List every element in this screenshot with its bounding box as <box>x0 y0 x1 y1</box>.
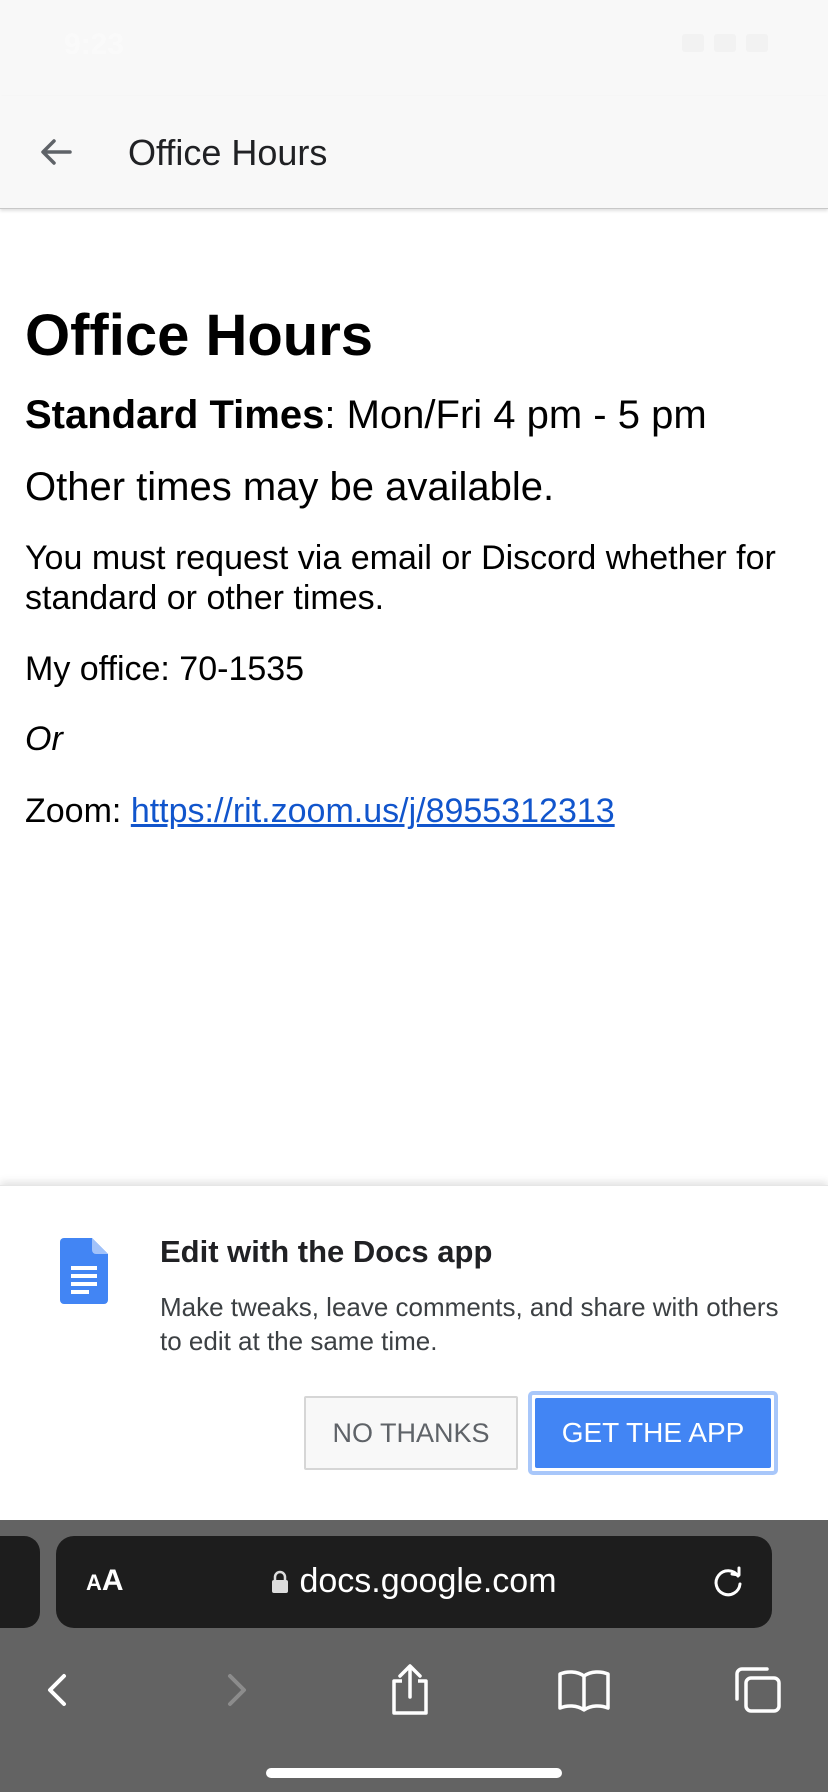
google-docs-icon <box>60 1238 108 1304</box>
or-text: Or <box>25 720 63 758</box>
document-body: Office Hours Standard Times: Mon/Fri 4 p… <box>25 300 805 832</box>
zoom-line: Zoom: https://rit.zoom.us/j/8955312313 <box>25 790 805 832</box>
browser-chrome: AA docs.google.com <box>0 1520 828 1792</box>
back-button[interactable] <box>30 126 82 178</box>
promo-title: Edit with the Docs app <box>160 1234 493 1269</box>
browser-forward-button[interactable] <box>206 1660 266 1720</box>
zoom-label: Zoom: <box>25 792 131 830</box>
wifi-icon <box>714 34 736 52</box>
zoom-link[interactable]: https://rit.zoom.us/j/8955312313 <box>131 792 615 830</box>
promo-description: Make tweaks, leave comments, and share w… <box>160 1292 779 1356</box>
docs-app-promo: Edit with the Docs app Make tweaks, leav… <box>0 1185 828 1520</box>
previous-tab-peek[interactable] <box>0 1536 40 1628</box>
home-indicator <box>266 1768 562 1778</box>
reload-icon[interactable] <box>708 1562 748 1602</box>
url-text: docs.google.com <box>299 1562 557 1600</box>
availability-text: Other times may be available. <box>25 465 555 509</box>
browser-back-button[interactable] <box>28 1660 88 1720</box>
tabs-button[interactable] <box>728 1660 788 1720</box>
chevron-right-icon <box>228 1674 246 1706</box>
header-title: Office Hours <box>128 132 328 173</box>
document-title: Office Hours <box>25 303 374 368</box>
share-button[interactable] <box>380 1660 440 1720</box>
url-display: docs.google.com <box>56 1562 772 1601</box>
browser-toolbar <box>0 1650 828 1750</box>
no-thanks-button[interactable]: NO THANKS <box>304 1396 518 1470</box>
signal-icon <box>682 34 704 52</box>
back-arrow-icon <box>41 139 72 165</box>
chevron-left-icon <box>48 1674 66 1706</box>
battery-icon <box>746 34 768 52</box>
book-icon <box>558 1670 610 1712</box>
tabs-icon <box>735 1667 781 1713</box>
docs-header: Office Hours <box>0 96 828 209</box>
request-note: You must request via email or Discord wh… <box>25 539 776 617</box>
lock-icon <box>272 1570 289 1593</box>
share-icon <box>392 1664 428 1715</box>
office-location: My office: 70-1535 <box>25 650 305 688</box>
status-bar: 9:23 <box>0 0 828 96</box>
status-time: 9:23 <box>64 28 125 61</box>
standard-times-value: : Mon/Fri 4 pm - 5 pm <box>324 393 707 437</box>
standard-times-label: Standard Times <box>25 393 325 437</box>
bookmarks-button[interactable] <box>554 1660 614 1720</box>
get-the-app-button[interactable]: GET THE APP <box>528 1391 778 1475</box>
status-icons <box>682 34 768 52</box>
standard-times-line: Standard Times: Mon/Fri 4 pm - 5 pm <box>25 390 805 440</box>
get-the-app-label: GET THE APP <box>535 1398 771 1468</box>
address-bar[interactable]: AA docs.google.com <box>56 1536 772 1628</box>
